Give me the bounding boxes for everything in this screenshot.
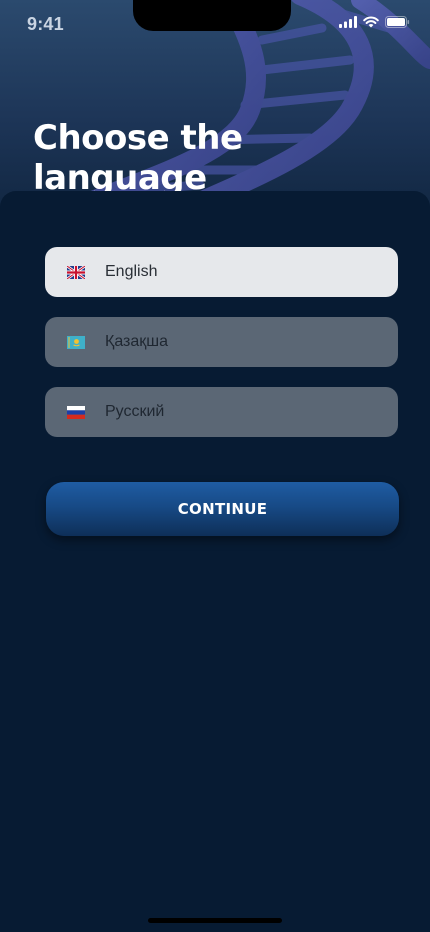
- wifi-icon: [363, 16, 379, 28]
- page-title: Choose the language: [33, 118, 243, 198]
- language-label: Қазақша: [105, 333, 169, 350]
- status-bar: 9:41: [0, 0, 430, 50]
- language-label: Русский: [105, 403, 165, 420]
- kz-flag-icon: [67, 335, 85, 349]
- status-icons: [339, 16, 410, 28]
- language-option-russian[interactable]: Русский: [45, 387, 398, 437]
- language-sheet: [0, 191, 430, 932]
- uk-flag-icon: [67, 265, 85, 279]
- status-time: 9:41: [27, 14, 64, 34]
- ru-flag-icon: [67, 405, 85, 419]
- continue-button[interactable]: CONTINUE: [46, 482, 399, 536]
- cellular-signal-icon: [339, 16, 357, 28]
- battery-icon: [385, 16, 410, 28]
- device-notch: [133, 0, 291, 31]
- home-indicator: [148, 918, 282, 923]
- language-label: English: [105, 263, 158, 280]
- language-option-english[interactable]: English: [45, 247, 398, 297]
- language-option-kazakh[interactable]: Қазақша: [45, 317, 398, 367]
- language-screen: 9:41 Choose the language English Қазақша…: [0, 0, 430, 932]
